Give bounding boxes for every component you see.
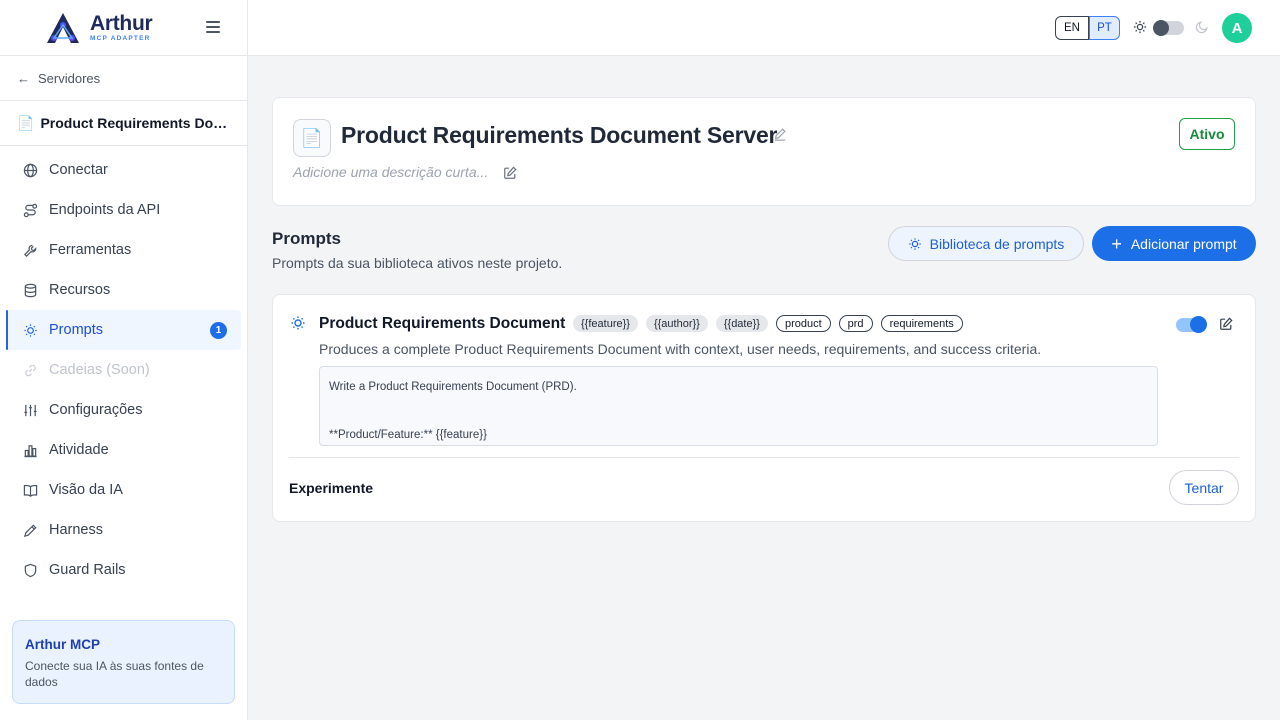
server-header-card: 📄 Product Requirements Document Server A… [272, 97, 1256, 206]
pencil-ruler-icon [22, 522, 38, 538]
current-server-name: Product Requirements Document Server [40, 115, 229, 131]
edit-prompt-icon[interactable] [1219, 317, 1233, 331]
sidebar-item-resources[interactable]: Recursos [6, 270, 241, 310]
edit-description-icon[interactable] [503, 166, 517, 180]
promo-card: Arthur MCP Conecte sua IA às suas fontes… [12, 620, 235, 704]
keyword-tag: prd [838, 315, 873, 332]
plus-icon: + [1111, 233, 1122, 254]
add-prompt-button[interactable]: + Adicionar prompt [1092, 226, 1256, 261]
sidebar-item-label: Recursos [49, 282, 111, 298]
prompt-content-preview: Write a Product Requirements Document (P… [319, 366, 1158, 446]
sidebar-item-label: Atividade [49, 442, 109, 458]
try-it-label: Experimente [289, 480, 374, 496]
book-open-icon [22, 482, 38, 498]
back-to-servers-link[interactable]: ← Servidores [0, 56, 247, 101]
menu-toggle-icon[interactable] [206, 21, 220, 33]
arthur-logo-icon [44, 11, 82, 45]
prompt-description: Produces a complete Product Requirements… [319, 341, 1042, 357]
sun-icon [1133, 20, 1147, 34]
brand: Arthur MCP ADAPTER [0, 0, 247, 56]
sidebar-item-label: Visão da IA [49, 482, 123, 498]
try-button[interactable]: Tentar [1169, 470, 1239, 505]
prompt-library-button[interactable]: Biblioteca de prompts [888, 226, 1084, 261]
globe-icon [22, 162, 38, 178]
sidebar-item-harness[interactable]: Harness [6, 510, 241, 550]
variable-tag: {{feature}} [573, 315, 638, 332]
link-icon [22, 362, 38, 378]
server-title: Product Requirements Document Server [341, 122, 778, 148]
sidebar-item-api-endpoints[interactable]: Endpoints da API [6, 190, 241, 230]
edit-title-icon[interactable] [773, 127, 787, 141]
server-description[interactable]: Adicione uma descrição curta... [293, 164, 488, 180]
route-icon [22, 202, 38, 218]
section-subtitle: Prompts da sua biblioteca ativos neste p… [272, 255, 563, 271]
shield-icon [22, 562, 38, 578]
sidebar-item-label: Conectar [49, 162, 108, 178]
sidebar-item-settings[interactable]: Configurações [6, 390, 241, 430]
current-server: 📄 Product Requirements Document Server [0, 101, 247, 146]
prompt-content-line: Write a Product Requirements Document (P… [329, 381, 577, 393]
user-avatar[interactable]: A [1222, 13, 1252, 43]
sliders-icon [22, 402, 38, 418]
sidebar-item-prompts[interactable]: Prompts 1 [6, 310, 241, 350]
add-prompt-label: Adicionar prompt [1130, 235, 1237, 252]
sidebar-item-label: Harness [49, 522, 103, 538]
sidebar-item-label: Cadeias (Soon) [49, 362, 150, 378]
bar-chart-icon [22, 442, 38, 458]
prompt-tags: {{feature}} {{author}} {{date}} product … [573, 315, 963, 332]
divider [289, 457, 1239, 458]
topbar: EN PT A [248, 0, 1280, 56]
sidebar-item-chains: Cadeias (Soon) [6, 350, 241, 390]
brand-name: Arthur [90, 11, 153, 35]
sidebar-item-label: Prompts [49, 322, 103, 338]
back-label: Servidores [38, 70, 101, 86]
keyword-tag: product [775, 315, 831, 332]
arrow-left-icon: ← [17, 70, 30, 86]
prompt-content-line: **Product/Feature:** {{feature}} [329, 429, 487, 441]
language-en-button[interactable]: EN [1055, 16, 1089, 40]
sidebar-item-ai-view[interactable]: Visão da IA [6, 470, 241, 510]
prompt-library-label: Biblioteca de prompts [929, 235, 1065, 252]
prompt-title: Product Requirements Document [319, 315, 566, 332]
document-icon: 📄 [17, 114, 35, 131]
prompt-card: Product Requirements Document {{feature}… [272, 294, 1256, 522]
sidebar-item-guard-rails[interactable]: Guard Rails [6, 550, 241, 590]
sidebar: Arthur MCP ADAPTER ← Servidores 📄 Produc… [0, 0, 248, 720]
moon-icon [1195, 20, 1209, 34]
sidebar-item-tools[interactable]: Ferramentas [6, 230, 241, 270]
theme-toggle[interactable] [1153, 20, 1184, 36]
variable-tag: {{author}} [645, 315, 708, 332]
keyword-tag: requirements [880, 315, 963, 332]
sidebar-item-connect[interactable]: Conectar [6, 150, 241, 190]
sidebar-item-label: Ferramentas [49, 242, 132, 258]
document-icon: 📄 [293, 119, 331, 157]
promo-title: Arthur MCP [25, 637, 100, 652]
sidebar-item-activity[interactable]: Atividade [6, 430, 241, 470]
brand-subtitle: MCP ADAPTER [90, 34, 151, 42]
sidebar-nav: Conectar Endpoints da API Ferramentas Re… [0, 146, 247, 590]
prompts-count-badge: 1 [210, 321, 227, 339]
database-icon [22, 282, 38, 298]
lightbulb-icon [908, 237, 922, 251]
section-title: Prompts [272, 229, 341, 248]
sidebar-item-label: Endpoints da API [49, 202, 161, 218]
sidebar-item-label: Guard Rails [49, 562, 126, 578]
variable-tag: {{date}} [715, 315, 768, 332]
status-badge: Ativo [1179, 118, 1235, 150]
lightbulb-icon [290, 315, 306, 331]
wrench-icon [22, 242, 38, 258]
promo-text: Conecte sua IA às suas fontes de dados [25, 659, 204, 689]
language-pt-button[interactable]: PT [1089, 16, 1120, 40]
prompt-enabled-toggle[interactable] [1176, 316, 1207, 333]
lightbulb-icon [22, 322, 38, 338]
sidebar-item-label: Configurações [49, 402, 143, 418]
